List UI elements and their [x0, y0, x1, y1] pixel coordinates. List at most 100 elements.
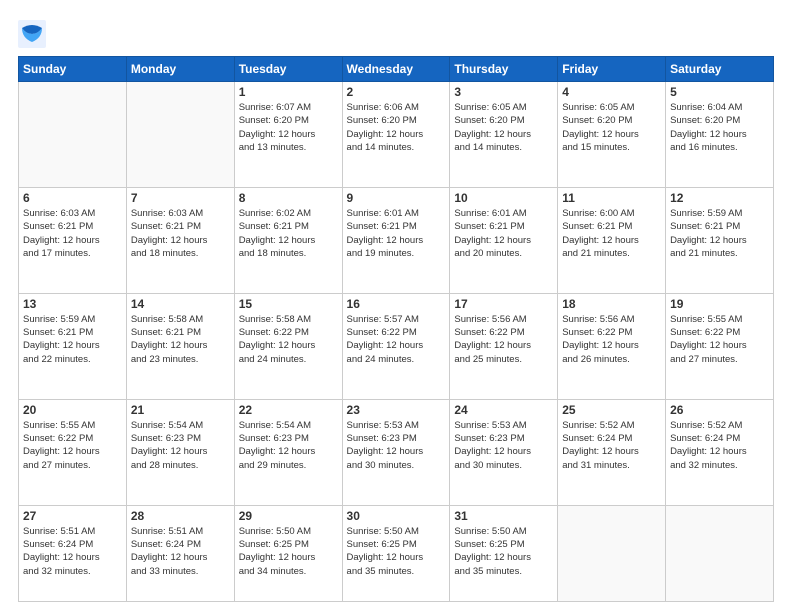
calendar-cell [19, 82, 127, 188]
day-info: Sunrise: 5:51 AM Sunset: 6:24 PM Dayligh… [23, 525, 122, 578]
day-info: Sunrise: 6:03 AM Sunset: 6:21 PM Dayligh… [131, 207, 230, 260]
calendar-cell: 26 Sunrise: 5:52 AM Sunset: 6:24 PM Dayli… [666, 399, 774, 505]
day-number: 3 [454, 85, 553, 99]
calendar-week-row: 20 Sunrise: 5:55 AM Sunset: 6:22 PM Dayli… [19, 399, 774, 505]
calendar-cell: 20 Sunrise: 5:55 AM Sunset: 6:22 PM Dayli… [19, 399, 127, 505]
calendar-cell: 11Sunrise: 6:00 AM Sunset: 6:21 PM Dayli… [558, 187, 666, 293]
day-number: 30 [347, 509, 446, 523]
calendar-cell: 22 Sunrise: 5:54 AM Sunset: 6:23 PM Dayli… [234, 399, 342, 505]
day-info: Sunrise: 6:05 AM Sunset: 6:20 PM Dayligh… [454, 101, 553, 154]
calendar-week-row: 1 Sunrise: 6:07 AM Sunset: 6:20 PM Daylig… [19, 82, 774, 188]
calendar-cell: 30 Sunrise: 5:50 AM Sunset: 6:25 PM Dayli… [342, 505, 450, 601]
day-info: Sunrise: 5:57 AM Sunset: 6:22 PM Dayligh… [347, 313, 446, 366]
calendar-cell: 25 Sunrise: 5:52 AM Sunset: 6:24 PM Dayli… [558, 399, 666, 505]
day-number: 5 [670, 85, 769, 99]
calendar-day-header: Thursday [450, 57, 558, 82]
day-info: Sunrise: 5:50 AM Sunset: 6:25 PM Dayligh… [239, 525, 338, 578]
day-number: 24 [454, 403, 553, 417]
day-info: Sunrise: 5:59 AM Sunset: 6:21 PM Dayligh… [23, 313, 122, 366]
calendar-cell: 19 Sunrise: 5:55 AM Sunset: 6:22 PM Dayli… [666, 293, 774, 399]
day-number: 19 [670, 297, 769, 311]
day-number: 1 [239, 85, 338, 99]
day-number: 23 [347, 403, 446, 417]
day-number: 4 [562, 85, 661, 99]
day-number: 13 [23, 297, 122, 311]
calendar-cell: 27 Sunrise: 5:51 AM Sunset: 6:24 PM Dayli… [19, 505, 127, 601]
day-number: 16 [347, 297, 446, 311]
calendar-cell: 1 Sunrise: 6:07 AM Sunset: 6:20 PM Daylig… [234, 82, 342, 188]
day-number: 9 [347, 191, 446, 205]
calendar-day-header: Wednesday [342, 57, 450, 82]
calendar-week-row: 6 Sunrise: 6:03 AM Sunset: 6:21 PM Daylig… [19, 187, 774, 293]
logo [18, 20, 48, 48]
day-number: 2 [347, 85, 446, 99]
calendar-cell [558, 505, 666, 601]
calendar-week-row: 13 Sunrise: 5:59 AM Sunset: 6:21 PM Dayli… [19, 293, 774, 399]
day-number: 28 [131, 509, 230, 523]
calendar-cell: 28Sunrise: 5:51 AM Sunset: 6:24 PM Dayli… [126, 505, 234, 601]
calendar-day-header: Sunday [19, 57, 127, 82]
day-info: Sunrise: 6:06 AM Sunset: 6:20 PM Dayligh… [347, 101, 446, 154]
calendar-cell: 9Sunrise: 6:01 AM Sunset: 6:21 PM Daylig… [342, 187, 450, 293]
calendar-cell: 21 Sunrise: 5:54 AM Sunset: 6:23 PM Dayli… [126, 399, 234, 505]
day-number: 25 [562, 403, 661, 417]
calendar-week-row: 27 Sunrise: 5:51 AM Sunset: 6:24 PM Dayli… [19, 505, 774, 601]
day-info: Sunrise: 5:55 AM Sunset: 6:22 PM Dayligh… [670, 313, 769, 366]
day-info: Sunrise: 6:03 AM Sunset: 6:21 PM Dayligh… [23, 207, 122, 260]
calendar-day-header: Tuesday [234, 57, 342, 82]
day-info: Sunrise: 5:59 AM Sunset: 6:21 PM Dayligh… [670, 207, 769, 260]
day-number: 29 [239, 509, 338, 523]
day-number: 8 [239, 191, 338, 205]
day-info: Sunrise: 6:04 AM Sunset: 6:20 PM Dayligh… [670, 101, 769, 154]
day-number: 21 [131, 403, 230, 417]
day-info: Sunrise: 6:00 AM Sunset: 6:21 PM Dayligh… [562, 207, 661, 260]
calendar-cell: 3 Sunrise: 6:05 AM Sunset: 6:20 PM Daylig… [450, 82, 558, 188]
day-info: Sunrise: 6:01 AM Sunset: 6:21 PM Dayligh… [454, 207, 553, 260]
day-number: 15 [239, 297, 338, 311]
calendar-table: SundayMondayTuesdayWednesdayThursdayFrid… [18, 56, 774, 602]
calendar-cell: 7 Sunrise: 6:03 AM Sunset: 6:21 PM Daylig… [126, 187, 234, 293]
calendar-cell: 16 Sunrise: 5:57 AM Sunset: 6:22 PM Dayli… [342, 293, 450, 399]
day-number: 10 [454, 191, 553, 205]
day-info: Sunrise: 5:58 AM Sunset: 6:22 PM Dayligh… [239, 313, 338, 366]
day-number: 26 [670, 403, 769, 417]
day-info: Sunrise: 5:56 AM Sunset: 6:22 PM Dayligh… [454, 313, 553, 366]
calendar-cell: 5 Sunrise: 6:04 AM Sunset: 6:20 PM Daylig… [666, 82, 774, 188]
day-number: 17 [454, 297, 553, 311]
day-info: Sunrise: 6:07 AM Sunset: 6:20 PM Dayligh… [239, 101, 338, 154]
day-info: Sunrise: 5:50 AM Sunset: 6:25 PM Dayligh… [347, 525, 446, 578]
calendar-cell: 18 Sunrise: 5:56 AM Sunset: 6:22 PM Dayli… [558, 293, 666, 399]
calendar-cell [666, 505, 774, 601]
calendar-cell: 10 Sunrise: 6:01 AM Sunset: 6:21 PM Dayli… [450, 187, 558, 293]
day-number: 20 [23, 403, 122, 417]
calendar-cell: 31Sunrise: 5:50 AM Sunset: 6:25 PM Dayli… [450, 505, 558, 601]
day-number: 7 [131, 191, 230, 205]
page: SundayMondayTuesdayWednesdayThursdayFrid… [0, 0, 792, 612]
calendar-cell: 14 Sunrise: 5:58 AM Sunset: 6:21 PM Dayli… [126, 293, 234, 399]
day-info: Sunrise: 5:55 AM Sunset: 6:22 PM Dayligh… [23, 419, 122, 472]
day-info: Sunrise: 5:54 AM Sunset: 6:23 PM Dayligh… [239, 419, 338, 472]
day-number: 6 [23, 191, 122, 205]
calendar-cell: 17 Sunrise: 5:56 AM Sunset: 6:22 PM Dayli… [450, 293, 558, 399]
day-info: Sunrise: 5:53 AM Sunset: 6:23 PM Dayligh… [347, 419, 446, 472]
day-number: 14 [131, 297, 230, 311]
day-number: 27 [23, 509, 122, 523]
day-info: Sunrise: 6:02 AM Sunset: 6:21 PM Dayligh… [239, 207, 338, 260]
day-info: Sunrise: 5:56 AM Sunset: 6:22 PM Dayligh… [562, 313, 661, 366]
calendar-cell: 2 Sunrise: 6:06 AM Sunset: 6:20 PM Daylig… [342, 82, 450, 188]
calendar-day-header: Friday [558, 57, 666, 82]
day-info: Sunrise: 5:52 AM Sunset: 6:24 PM Dayligh… [670, 419, 769, 472]
calendar-cell: 24Sunrise: 5:53 AM Sunset: 6:23 PM Dayli… [450, 399, 558, 505]
calendar-cell: 6 Sunrise: 6:03 AM Sunset: 6:21 PM Daylig… [19, 187, 127, 293]
day-info: Sunrise: 5:58 AM Sunset: 6:21 PM Dayligh… [131, 313, 230, 366]
calendar-header-row: SundayMondayTuesdayWednesdayThursdayFrid… [19, 57, 774, 82]
day-info: Sunrise: 5:52 AM Sunset: 6:24 PM Dayligh… [562, 419, 661, 472]
calendar-cell: 23 Sunrise: 5:53 AM Sunset: 6:23 PM Dayli… [342, 399, 450, 505]
header [18, 16, 774, 48]
day-number: 22 [239, 403, 338, 417]
day-number: 18 [562, 297, 661, 311]
day-info: Sunrise: 5:50 AM Sunset: 6:25 PM Dayligh… [454, 525, 553, 578]
day-info: Sunrise: 5:54 AM Sunset: 6:23 PM Dayligh… [131, 419, 230, 472]
logo-icon [18, 20, 46, 48]
calendar-day-header: Saturday [666, 57, 774, 82]
